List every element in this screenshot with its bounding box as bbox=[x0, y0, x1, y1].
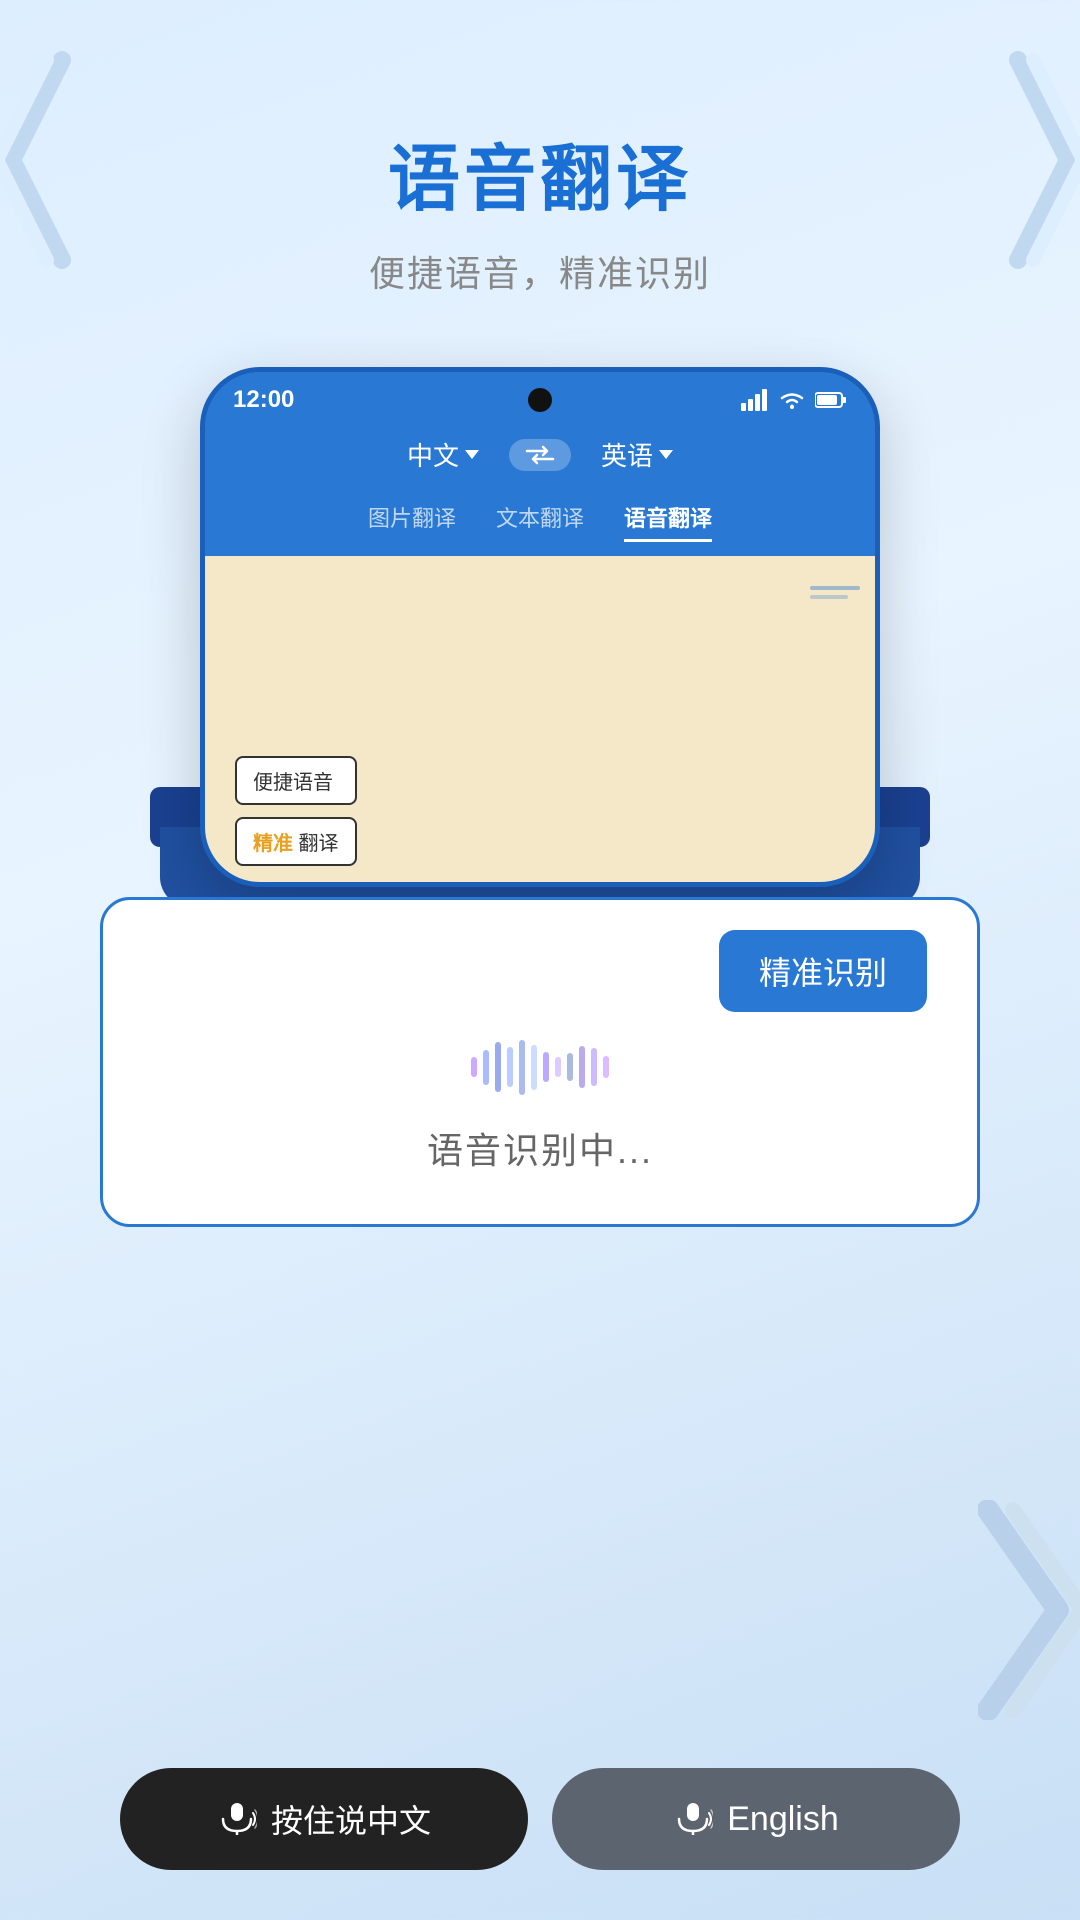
page-title: 语音翻译 bbox=[0, 120, 1080, 225]
bubble-1: 便捷语音 bbox=[235, 756, 357, 805]
recognition-tag: 精准识别 bbox=[719, 930, 927, 1012]
status-time: 12:00 bbox=[233, 386, 294, 414]
phone-frame: 12:00 bbox=[200, 367, 880, 887]
bubble-2: 精准 翻译 bbox=[235, 817, 357, 866]
waveform-display bbox=[153, 1037, 927, 1097]
lang-from-arrow-icon bbox=[465, 450, 479, 459]
mic-zh-icon bbox=[217, 1801, 257, 1837]
lang-to-arrow-icon bbox=[659, 450, 673, 459]
voice-en-button[interactable]: English bbox=[552, 1768, 960, 1870]
page-header: 语音翻译 便捷语音，精准识别 bbox=[0, 0, 1080, 337]
phone-screen-content: 便捷语音 精准 翻译 bbox=[205, 556, 875, 887]
chevron-right-top-icon bbox=[1008, 50, 1080, 270]
voice-status-text: 语音识别中... bbox=[153, 1122, 927, 1174]
status-icons bbox=[741, 389, 847, 411]
swap-icon bbox=[525, 445, 555, 465]
bubble-2-highlight: 精准 bbox=[253, 833, 293, 855]
battery-icon bbox=[815, 391, 847, 409]
mic-en-icon bbox=[673, 1801, 713, 1837]
lang-to-button[interactable]: 英语 bbox=[601, 436, 673, 473]
lang-from-button[interactable]: 中文 bbox=[407, 436, 479, 473]
person-illustration bbox=[585, 871, 865, 887]
signal-icon bbox=[741, 389, 769, 411]
camera-notch bbox=[528, 388, 552, 412]
waveform-deco bbox=[810, 586, 860, 599]
swap-lang-button[interactable] bbox=[509, 439, 571, 471]
tab-image-translate[interactable]: 图片翻译 bbox=[368, 495, 456, 542]
wifi-icon bbox=[779, 390, 805, 410]
tab-voice-translate[interactable]: 语音翻译 bbox=[624, 495, 712, 542]
speech-bubbles: 便捷语音 精准 翻译 bbox=[235, 756, 357, 866]
chevron-left-top-icon bbox=[0, 50, 72, 270]
tabs-bar: 图片翻译 文本翻译 语音翻译 bbox=[205, 487, 875, 556]
voice-recognition-panel: 精准识别 语音识别中... bbox=[100, 897, 980, 1227]
bottom-buttons-container: 按住说中文 English bbox=[0, 1768, 1080, 1870]
page-subtitle: 便捷语音，精准识别 bbox=[0, 245, 1080, 297]
phone-mockup-container: 12:00 bbox=[130, 367, 950, 887]
status-bar: 12:00 bbox=[205, 372, 875, 422]
chevron-right-bottom-icon bbox=[978, 1500, 1080, 1720]
voice-zh-button[interactable]: 按住说中文 bbox=[120, 1768, 528, 1870]
lang-bar: 中文 英语 bbox=[205, 422, 875, 487]
tab-text-translate[interactable]: 文本翻译 bbox=[496, 495, 584, 542]
recognition-bubble-container: 精准识别 bbox=[153, 930, 927, 1012]
